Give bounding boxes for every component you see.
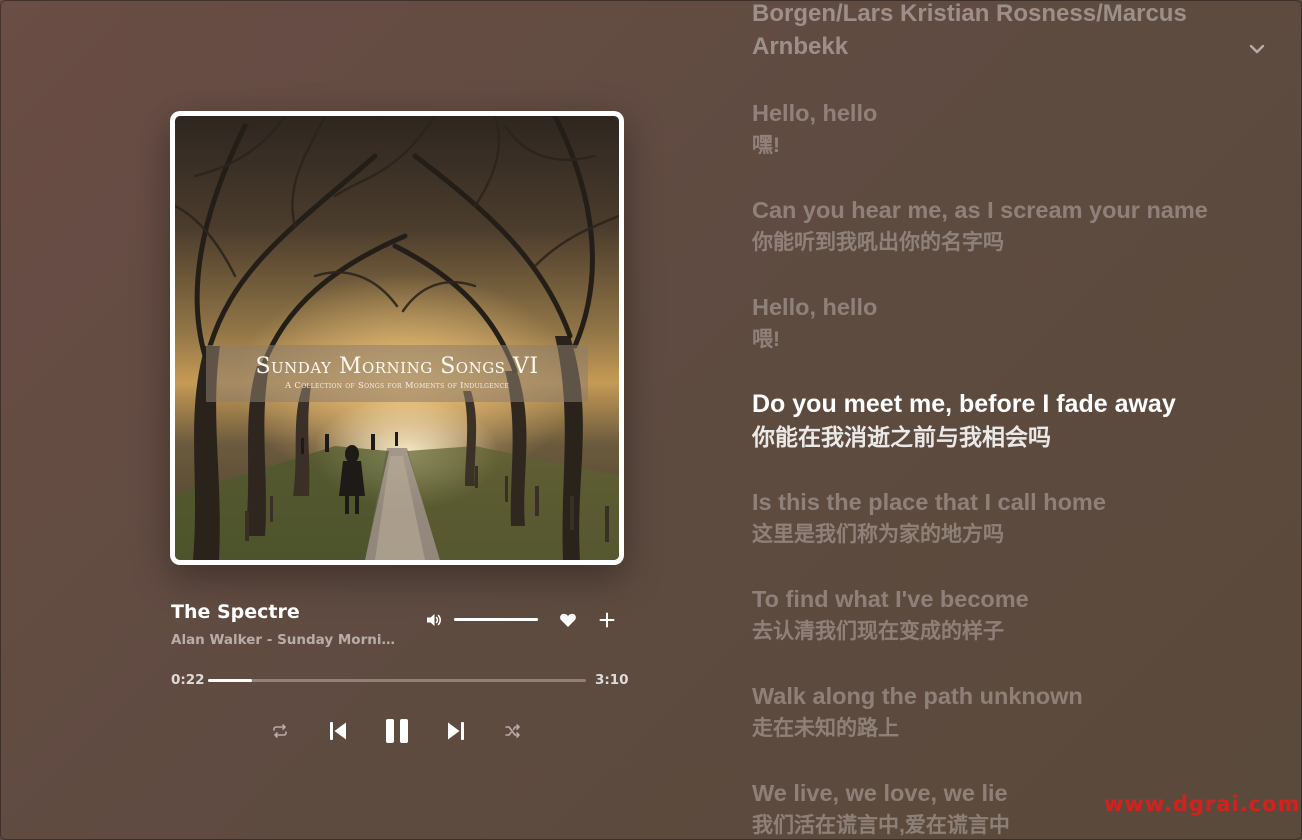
volume-slider[interactable] — [454, 618, 538, 621]
track-artist-album[interactable]: Alan Walker - Sunday Morning... — [171, 632, 401, 648]
skip-previous-icon[interactable] — [327, 719, 349, 743]
repeat-icon[interactable] — [271, 722, 289, 740]
lyric-line[interactable]: Walk along the path unknown 走在未知的路上 — [752, 681, 1232, 744]
lyric-original: Hello, hello — [752, 100, 878, 126]
lyric-translation: 你能听到我吼出你的名字吗 — [752, 231, 1004, 254]
lyric-line[interactable]: Can you hear me, as I scream your name 你… — [752, 195, 1232, 258]
current-time: 0:22 — [171, 672, 205, 688]
lyric-translation: 走在未知的路上 — [752, 717, 899, 740]
lyric-translation: 去认清我们现在变成的样子 — [752, 620, 1004, 643]
duration: 3:10 — [595, 672, 629, 688]
lyrics-panel[interactable]: Borgen/Lars Kristian Rosness/Marcus Arnb… — [752, 0, 1232, 839]
lyric-line[interactable]: Hello, hello 嘿! — [752, 98, 1232, 161]
lyric-line-active[interactable]: Do you meet me, before I fade away 你能在我消… — [752, 389, 1232, 452]
lyrics-credit: Borgen/Lars Kristian Rosness/Marcus Arnb… — [752, 0, 1187, 60]
chevron-down-icon[interactable] — [1247, 39, 1267, 59]
pause-icon[interactable] — [383, 716, 411, 746]
lyric-original: To find what I've become — [752, 586, 1029, 612]
track-title[interactable]: The Spectre — [171, 601, 300, 623]
album-cover-image: Sunday Morning Songs VI A Collection of … — [175, 116, 619, 560]
progress-bar[interactable] — [208, 679, 586, 682]
album-cover: Sunday Morning Songs VI A Collection of … — [170, 111, 624, 565]
cover-title: Sunday Morning Songs VI — [255, 354, 539, 380]
lyric-translation: 嘿! — [752, 134, 780, 157]
lyric-original: Walk along the path unknown — [752, 683, 1083, 709]
watermark: www.dgrai.com — [1104, 792, 1301, 816]
cover-subtitle: A Collection of Songs for Moments of Ind… — [284, 381, 510, 392]
progress-bar-fill — [208, 679, 252, 682]
shuffle-icon[interactable] — [504, 722, 522, 740]
lyric-original: Is this the place that I call home — [752, 489, 1106, 515]
lyric-translation: 你能在我消逝之前与我相会吗 — [752, 424, 1051, 450]
player-window: Sunday Morning Songs VI A Collection of … — [0, 0, 1302, 840]
heart-icon[interactable] — [559, 611, 577, 629]
plus-icon[interactable] — [598, 611, 616, 629]
skip-next-icon[interactable] — [445, 719, 467, 743]
lyric-original: Do you meet me, before I fade away — [752, 390, 1176, 418]
volume-icon[interactable] — [426, 612, 442, 628]
lyric-original: Hello, hello — [752, 294, 878, 320]
lyric-line[interactable]: Is this the place that I call home 这里是我们… — [752, 487, 1232, 550]
lyric-translation: 这里是我们称为家的地方吗 — [752, 523, 1004, 546]
lyric-translation: 喂! — [752, 328, 780, 351]
lyric-line[interactable]: Hello, hello 喂! — [752, 292, 1232, 355]
tree-tunnel-illustration — [175, 116, 619, 560]
cover-banner: Sunday Morning Songs VI A Collection of … — [206, 344, 588, 403]
volume-slider-fill — [454, 618, 538, 621]
lyric-original: Can you hear me, as I scream your name — [752, 197, 1208, 223]
lyric-line[interactable]: To find what I've become 去认清我们现在变成的样子 — [752, 584, 1232, 647]
